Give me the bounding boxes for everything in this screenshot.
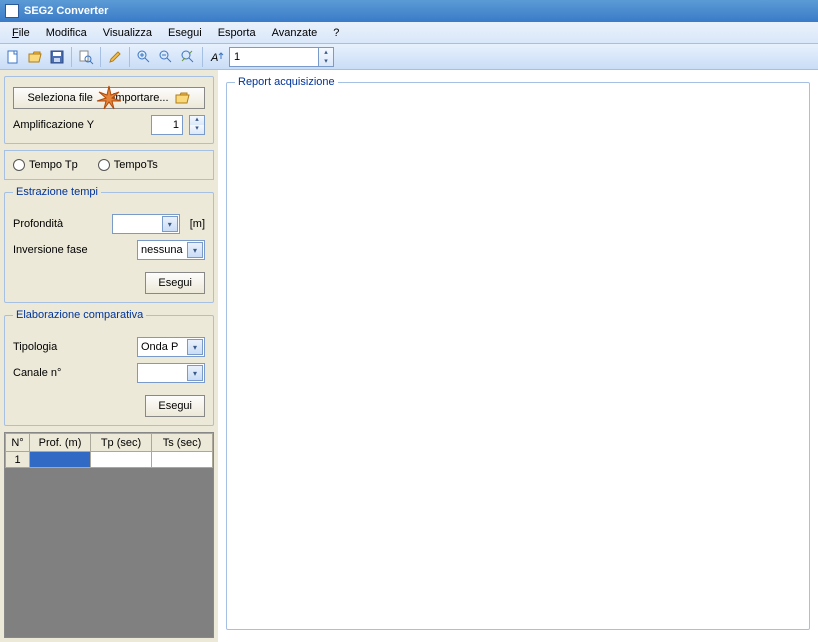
estrazione-esegui-button[interactable]: Esegui [145,272,205,294]
select-file-label-a: Seleziona file [27,92,92,104]
report-group: Report acquisizione [226,76,810,630]
radio-tempo-tp[interactable]: Tempo Tp [13,159,78,171]
table-row[interactable]: 1 [6,452,213,468]
search-icon[interactable] [76,47,96,67]
menu-esporta[interactable]: Esporta [210,24,264,42]
folder-open-icon [175,91,191,105]
profondita-unit: [m] [190,218,205,230]
menu-help[interactable]: ? [325,24,347,42]
profondita-combo[interactable]: ▾ [112,214,180,234]
file-group: Seleziona file importare... Amplificazio… [4,76,214,144]
app-icon [5,4,19,18]
inversione-combo[interactable]: nessuna▾ [137,240,205,260]
amplification-stepper[interactable]: ▴▾ [189,115,205,135]
select-file-button[interactable]: Seleziona file importare... [13,87,205,109]
estrazione-legend: Estrazione tempi [13,186,101,198]
estrazione-group: Estrazione tempi Profondità ▾ [m] Invers… [4,186,214,303]
right-panel: Report acquisizione [218,70,818,642]
window-title: SEG2 Converter [24,5,108,17]
menu-bar: File Modifica Visualizza Esegui Esporta … [0,22,818,44]
menu-file[interactable]: File [4,24,38,42]
zoom-in-icon[interactable] [134,47,154,67]
col-ts[interactable]: Ts (sec) [152,434,213,452]
canale-combo[interactable]: ▾ [137,363,205,383]
tipologia-combo[interactable]: Onda P▾ [137,337,205,357]
pencil-icon[interactable] [105,47,125,67]
data-table[interactable]: N° Prof. (m) Tp (sec) Ts (sec) 1 [5,433,213,468]
report-legend: Report acquisizione [235,76,338,88]
select-file-label-b: importare... [113,92,169,104]
elaborazione-group: Elaborazione comparativa Tipologia Onda … [4,309,214,426]
amplification-label: Amplificazione Y [13,119,145,131]
inversione-label: Inversione fase [13,244,131,256]
save-icon[interactable] [47,47,67,67]
profondita-label: Profondità [13,218,106,230]
cell-ts[interactable] [152,452,213,468]
toolbar: A ▴▾ [0,44,818,70]
zoom-fit-icon[interactable] [178,47,198,67]
tipologia-label: Tipologia [13,341,131,353]
new-icon[interactable] [3,47,23,67]
col-n[interactable]: N° [6,434,30,452]
elaborazione-legend: Elaborazione comparativa [13,309,146,321]
col-prof[interactable]: Prof. (m) [30,434,91,452]
svg-text:A: A [210,52,218,64]
radio-tempo-ts[interactable]: TempoTs [98,159,158,171]
data-table-wrap: N° Prof. (m) Tp (sec) Ts (sec) 1 [4,432,214,638]
amplification-input[interactable] [151,115,183,135]
menu-visualizza[interactable]: Visualizza [95,24,160,42]
toolbar-number-spinner[interactable]: ▴▾ [319,47,334,67]
tempo-radios: Tempo Tp TempoTs [4,150,214,180]
menu-avanzate[interactable]: Avanzate [264,24,326,42]
open-icon[interactable] [25,47,45,67]
canale-label: Canale n° [13,367,131,379]
menu-esegui[interactable]: Esegui [160,24,210,42]
elaborazione-esegui-button[interactable]: Esegui [145,395,205,417]
left-panel: Seleziona file importare... Amplificazio… [0,70,218,642]
toolbar-number-input[interactable] [229,47,319,67]
cell-prof[interactable] [30,452,91,468]
menu-modifica[interactable]: Modifica [38,24,95,42]
window-titlebar: SEG2 Converter [0,0,818,22]
row-number-cell: 1 [6,452,30,468]
zoom-out-icon[interactable] [156,47,176,67]
font-icon[interactable]: A [207,47,227,67]
cell-tp[interactable] [91,452,152,468]
col-tp[interactable]: Tp (sec) [91,434,152,452]
